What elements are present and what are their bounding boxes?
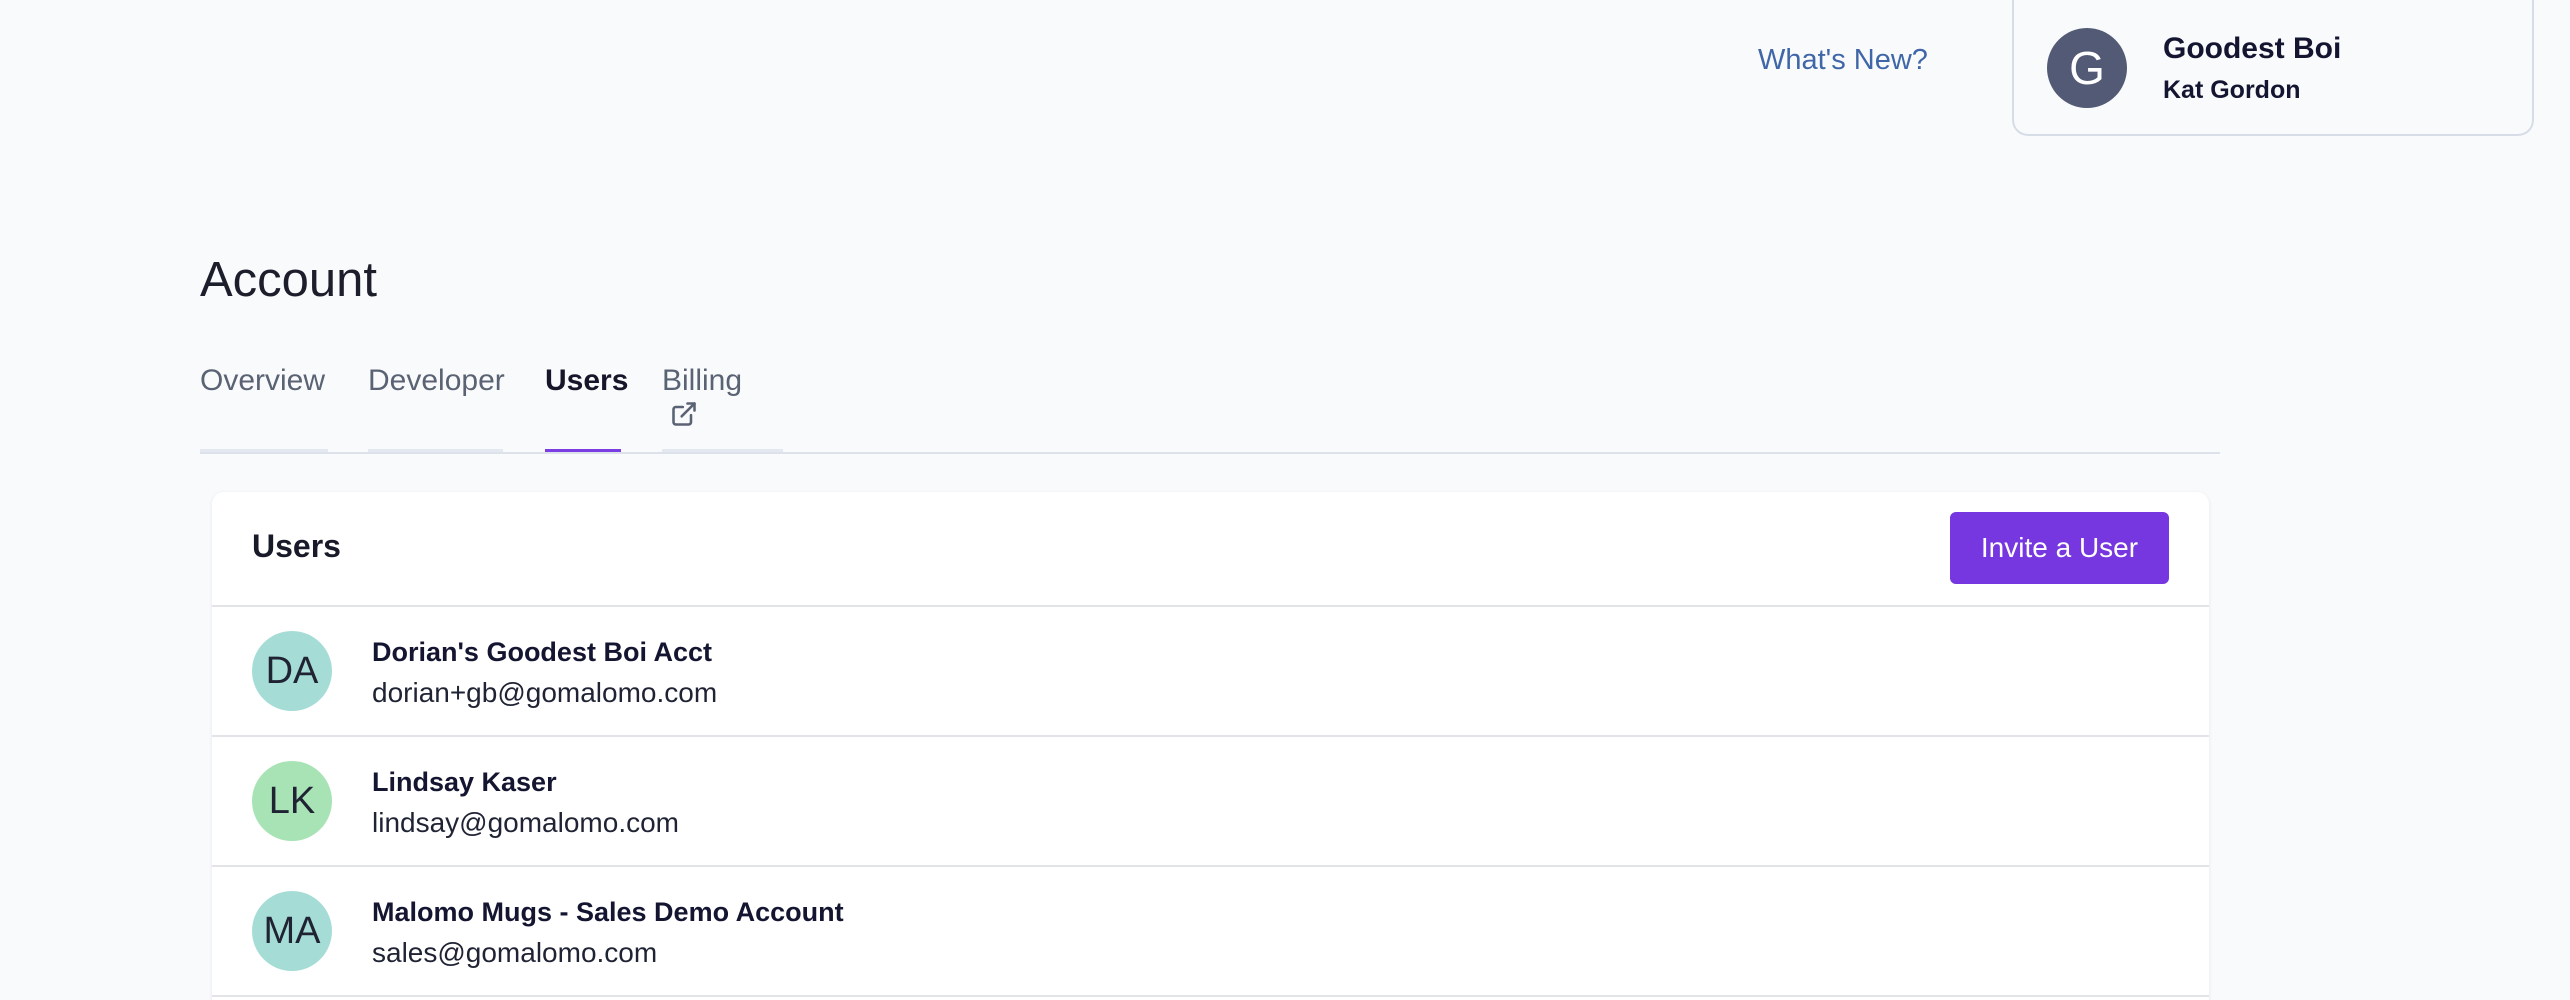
tab-users[interactable]: Users [545, 360, 628, 452]
account-avatar: G [2047, 28, 2127, 108]
user-email: dorian+gb@gomalomo.com [372, 677, 718, 708]
tab-overview-label: Overview [200, 364, 326, 397]
user-avatar: DA [252, 631, 332, 711]
tab-billing[interactable]: Billing [662, 360, 783, 452]
user-name: Lindsay Kaser [372, 767, 557, 797]
invite-user-button[interactable]: Invite a User [1950, 512, 2169, 584]
tab-users-label: Users [545, 364, 629, 397]
tab-billing-label: Billing [662, 364, 743, 397]
users-card: Users Invite a User DA Dorian's Goodest … [212, 492, 2209, 1000]
tab-overview[interactable]: Overview [200, 360, 328, 452]
account-user-name: Kat Gordon [2163, 76, 2301, 104]
users-card-title: Users [252, 528, 341, 564]
account-page: What's New? G Goodest Boi Kat Gordon Acc… [0, 0, 2570, 1000]
whats-new-link[interactable]: What's New? [1758, 44, 1928, 77]
user-name: Malomo Mugs - Sales Demo Account [372, 897, 844, 927]
user-email: sales@gomalomo.com [372, 937, 658, 968]
users-card-header: Users Invite a User [212, 492, 2209, 607]
account-tabs: Overview Developer Users Billing [200, 360, 2220, 454]
user-name: Dorian's Goodest Boi Acct [372, 637, 712, 667]
user-email: lindsay@gomalomo.com [372, 807, 679, 838]
tab-developer[interactable]: Developer [368, 360, 505, 452]
account-switcher[interactable]: G Goodest Boi Kat Gordon [2012, 0, 2534, 136]
user-row[interactable]: LK Lindsay Kaser lindsay@gomalomo.com [212, 737, 2209, 867]
tab-developer-label: Developer [368, 364, 505, 397]
user-avatar: MA [252, 891, 332, 971]
user-row[interactable]: DA Dorian's Goodest Boi Acct dorian+gb@g… [212, 607, 2209, 737]
user-avatar: LK [252, 761, 332, 841]
page-title: Account [200, 253, 378, 307]
user-row[interactable]: MA Malomo Mugs - Sales Demo Account sale… [212, 867, 2209, 997]
account-org-name: Goodest Boi [2163, 32, 2342, 65]
external-link-icon [672, 402, 696, 426]
